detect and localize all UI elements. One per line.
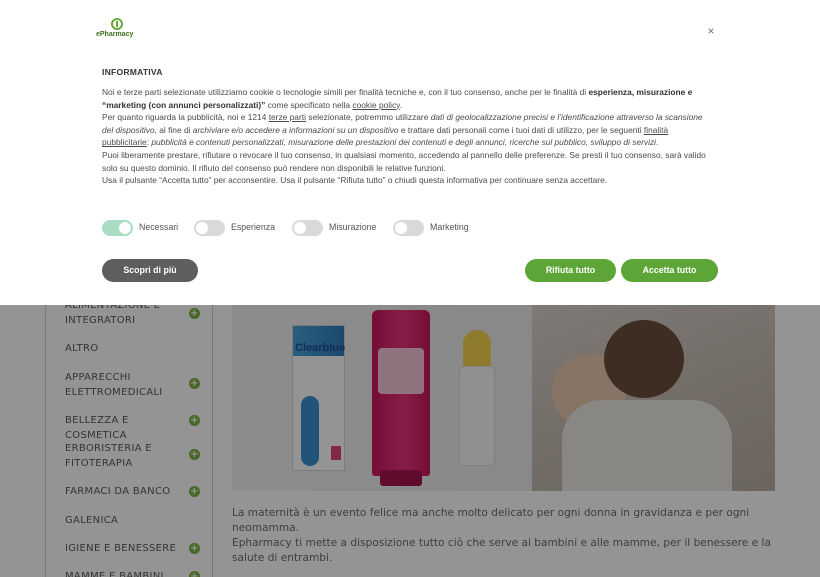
reject-all-button[interactable]: Rifiuta tutto — [525, 259, 616, 282]
learn-more-button[interactable]: Scopri di più — [102, 259, 198, 282]
modal-backdrop — [0, 305, 820, 577]
preferences-paragraph: Puoi liberamente prestare, rifiutare o r… — [102, 149, 706, 173]
toggle-switch[interactable] — [102, 220, 133, 236]
logo-mark-icon — [111, 18, 123, 30]
toggle-switch[interactable] — [393, 220, 424, 236]
logo-wordmark: ePharmacy — [96, 31, 134, 38]
accept-all-button[interactable]: Accetta tutto — [621, 259, 718, 282]
cookie-consent-banner: ePharmacy × INFORMATIVA Noi e terze part… — [0, 0, 820, 305]
toggle-label: Necessari — [139, 222, 179, 232]
toggle-label: Esperienza — [231, 222, 276, 232]
epharmacy-logo: ePharmacy — [96, 18, 138, 42]
banner-body-text: Noi e terze parti selezionate utilizziam… — [102, 86, 714, 187]
advertising-paragraph: Per quanto riguarda la pubblicità, noi e… — [102, 112, 703, 148]
buttons-hint-paragraph: Usa il pulsante “Accetta tutto” per acco… — [102, 175, 608, 186]
toggle-label: Misurazione — [329, 222, 377, 232]
banner-title: INFORMATIVA — [102, 67, 163, 77]
toggle-label: Marketing — [430, 222, 469, 232]
close-icon[interactable]: × — [704, 24, 718, 38]
toggle-switch[interactable] — [292, 220, 323, 236]
third-parties-link[interactable]: terze parti — [269, 112, 306, 122]
consent-paragraph: Noi e terze parti selezionate utilizziam… — [102, 87, 693, 110]
toggle-switch[interactable] — [194, 220, 225, 236]
cookie-policy-link[interactable]: cookie policy — [352, 100, 399, 110]
